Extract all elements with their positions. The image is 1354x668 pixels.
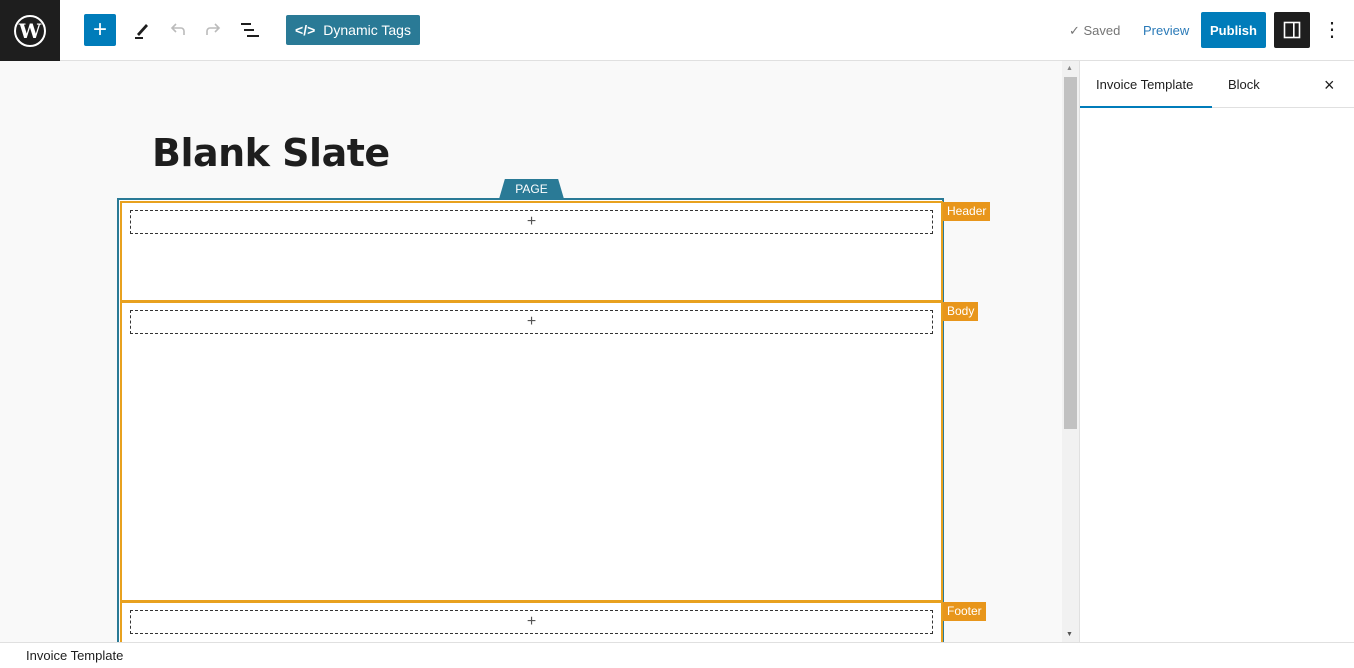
options-menu-button[interactable]: ⋮ <box>1322 16 1342 44</box>
wordpress-icon: W <box>14 14 46 47</box>
footer-label: Footer <box>943 602 986 621</box>
header-section[interactable]: + <box>120 201 943 302</box>
footer-section[interactable]: + <box>120 601 943 642</box>
sidebar-icon <box>1283 21 1301 39</box>
document-overview-button[interactable] <box>234 14 266 46</box>
undo-icon <box>170 23 185 35</box>
tab-block[interactable]: Block <box>1228 61 1260 108</box>
plus-icon: + <box>526 613 537 630</box>
edit-tool-button[interactable] <box>126 14 158 46</box>
breadcrumb: Invoice Template <box>0 642 1354 666</box>
add-block-placeholder[interactable]: + <box>130 310 933 334</box>
pencil-icon <box>135 24 148 39</box>
saved-status: ✓ Saved <box>1069 23 1121 38</box>
add-block-placeholder[interactable]: + <box>130 610 933 634</box>
tab-invoice-template[interactable]: Invoice Template <box>1080 61 1212 108</box>
publish-button[interactable]: Publish <box>1201 12 1266 48</box>
close-icon: × <box>1324 75 1335 95</box>
page-label: PAGE <box>499 179 564 199</box>
list-view-icon <box>241 23 259 37</box>
settings-sidebar: Invoice Template Block × <box>1079 61 1354 642</box>
top-toolbar: W + </> Dynamic Tags ✓ Saved Preview Publ… <box>0 0 1354 61</box>
preview-button[interactable]: Preview <box>1143 23 1189 38</box>
scrollbar-thumb[interactable] <box>1064 77 1077 429</box>
settings-toggle-button[interactable] <box>1274 12 1310 48</box>
redo-button[interactable] <box>197 14 229 46</box>
add-block-placeholder[interactable]: + <box>130 210 933 234</box>
body-label: Body <box>943 302 979 321</box>
undo-button[interactable] <box>162 14 194 46</box>
breadcrumb-item[interactable]: Invoice Template <box>26 648 123 663</box>
svg-text:W: W <box>18 19 42 43</box>
dynamic-tags-button[interactable]: </> Dynamic Tags <box>286 15 420 45</box>
scroll-down-arrow[interactable]: ▼ <box>1066 631 1073 638</box>
redo-icon <box>206 23 221 35</box>
close-sidebar-button[interactable]: × <box>1324 61 1335 108</box>
plus-icon: + <box>526 213 537 230</box>
editor-canvas: Blank Slate PAGE + + + Header Body Foote… <box>0 61 1062 642</box>
canvas-scrollbar[interactable]: ▲ ▼ <box>1062 61 1079 642</box>
wordpress-logo-button[interactable]: W <box>0 0 60 61</box>
page-title[interactable]: Blank Slate <box>152 131 390 175</box>
add-block-button[interactable]: + <box>84 14 116 46</box>
scroll-up-arrow[interactable]: ▲ <box>1066 65 1073 72</box>
header-label: Header <box>943 202 991 221</box>
plus-icon: + <box>526 313 537 330</box>
body-section[interactable]: + <box>120 301 943 602</box>
code-icon: </> <box>295 22 316 38</box>
more-vertical-icon: ⋮ <box>1322 19 1342 41</box>
check-icon: ✓ <box>1069 23 1084 38</box>
